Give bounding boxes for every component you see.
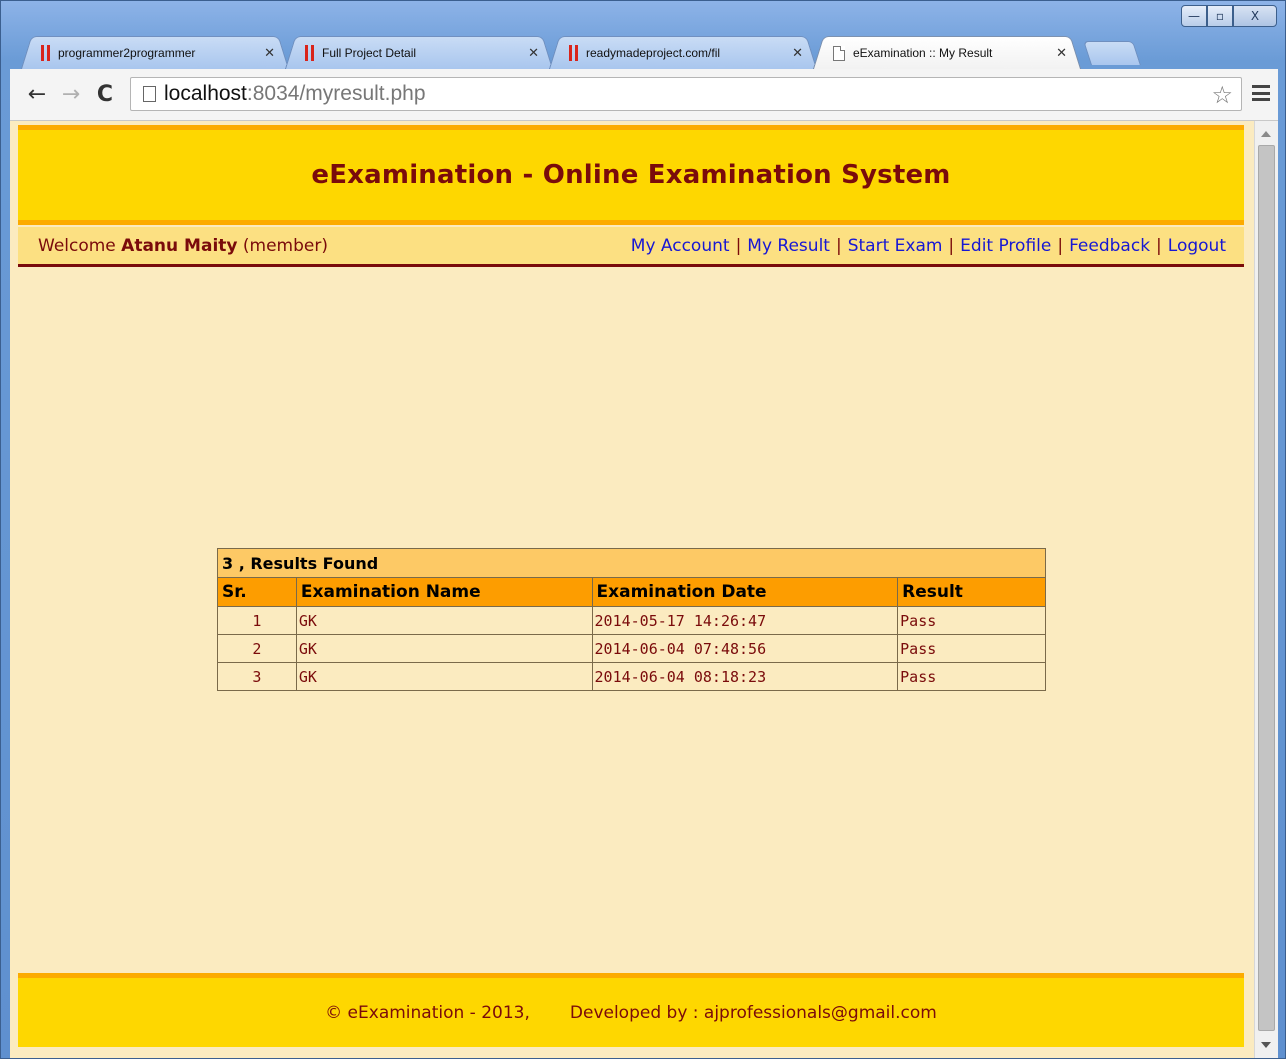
- site-footer: © eExamination - 2013, Developed by : aj…: [18, 973, 1244, 1047]
- user-role: (member): [243, 236, 328, 256]
- results-caption-row: 3 , Results Found: [218, 549, 1046, 578]
- tab-programmer2programmer[interactable]: programmer2programmer ✕: [21, 33, 289, 69]
- tab-title: Full Project Detail: [322, 46, 522, 60]
- address-bar[interactable]: localhost:8034/myresult.php ☆: [130, 77, 1242, 111]
- red-bars-icon: [569, 45, 578, 61]
- close-icon: X: [1251, 9, 1259, 23]
- nav-edit-profile[interactable]: Edit Profile: [960, 236, 1051, 256]
- tab-title: readymadeproject.com/fil: [586, 46, 786, 60]
- cell-exam-date: 2014-06-04 07:48:56: [592, 635, 898, 663]
- cell-exam-name: GK: [296, 607, 592, 635]
- table-row: 3 GK 2014-06-04 08:18:23 Pass: [218, 663, 1046, 691]
- cell-result: Pass: [898, 663, 1046, 691]
- url-text[interactable]: localhost:8034/myresult.php: [164, 82, 426, 106]
- close-window-button[interactable]: X: [1233, 5, 1277, 27]
- back-arrow-icon: ←: [28, 82, 46, 107]
- browser-toolbar: ← → C localhost:8034/myresult.php ☆: [10, 69, 1278, 121]
- minimize-button[interactable]: —: [1181, 5, 1207, 27]
- cell-sr: 2: [218, 635, 297, 663]
- reload-button[interactable]: C: [90, 79, 120, 109]
- page-viewport: eExamination - Online Examination System…: [10, 121, 1278, 1058]
- minimize-icon: —: [1188, 9, 1200, 23]
- page-icon: [143, 86, 156, 102]
- cell-exam-name: GK: [296, 663, 592, 691]
- nav-separator: |: [948, 236, 954, 256]
- window-controls: — ▫ X: [1181, 5, 1277, 27]
- welcome-prefix: Welcome: [38, 236, 116, 256]
- scroll-up-icon[interactable]: [1261, 131, 1271, 137]
- table-row: 1 GK 2014-05-17 14:26:47 Pass: [218, 607, 1046, 635]
- cell-result: Pass: [898, 635, 1046, 663]
- new-tab-button[interactable]: [1083, 41, 1141, 65]
- tab-title: eExamination :: My Result: [853, 46, 1050, 60]
- page-icon: [833, 46, 845, 61]
- column-header-result: Result: [898, 578, 1046, 607]
- url-host: localhost: [164, 82, 247, 105]
- column-header-sr: Sr.: [218, 578, 297, 607]
- nav-separator: |: [1156, 236, 1162, 256]
- bookmark-star-icon[interactable]: ☆: [1211, 81, 1233, 109]
- vertical-scrollbar[interactable]: [1254, 121, 1278, 1058]
- menu-icon[interactable]: [1250, 81, 1272, 105]
- welcome-bar: Welcome Atanu Maity (member) My Account |…: [18, 227, 1244, 267]
- main-nav: My Account | My Result | Start Exam | Edit Pro…: [631, 236, 1226, 256]
- close-icon[interactable]: ✕: [528, 45, 539, 61]
- url-path: :8034/myresult.php: [247, 82, 426, 105]
- cell-sr: 1: [218, 607, 297, 635]
- table-header-row: Sr. Examination Name Examination Date Re…: [218, 578, 1046, 607]
- column-header-exam-date: Examination Date: [592, 578, 898, 607]
- cell-sr: 3: [218, 663, 297, 691]
- site-header: eExamination - Online Examination System: [18, 125, 1244, 225]
- footer-developer: Developed by : ajprofessionals@gmail.com: [570, 1003, 937, 1023]
- red-bars-icon: [41, 45, 50, 61]
- tab-readymadeproject[interactable]: readymadeproject.com/fil ✕: [549, 33, 817, 69]
- footer-copyright: © eExamination - 2013,: [325, 1003, 530, 1023]
- cell-result: Pass: [898, 607, 1046, 635]
- user-name: Atanu Maity: [121, 236, 237, 256]
- red-bars-icon: [305, 45, 314, 61]
- cell-exam-date: 2014-06-04 08:18:23: [592, 663, 898, 691]
- browser-window: — ▫ X programmer2programmer ✕ Full Proje…: [0, 0, 1286, 1059]
- tab-full-project-detail[interactable]: Full Project Detail ✕: [285, 33, 553, 69]
- reload-icon: C: [97, 82, 113, 107]
- cell-exam-name: GK: [296, 635, 592, 663]
- column-header-exam-name: Examination Name: [296, 578, 592, 607]
- nav-my-result[interactable]: My Result: [747, 236, 830, 256]
- close-icon[interactable]: ✕: [264, 45, 275, 61]
- forward-arrow-icon: →: [62, 82, 80, 107]
- tab-title: programmer2programmer: [58, 46, 258, 60]
- nav-logout[interactable]: Logout: [1168, 236, 1226, 256]
- close-icon[interactable]: ✕: [1056, 45, 1067, 61]
- nav-separator: |: [1057, 236, 1063, 256]
- maximize-button[interactable]: ▫: [1207, 5, 1233, 27]
- nav-separator: |: [836, 236, 842, 256]
- cell-exam-date: 2014-05-17 14:26:47: [592, 607, 898, 635]
- nav-start-exam[interactable]: Start Exam: [848, 236, 943, 256]
- nav-separator: |: [736, 236, 742, 256]
- close-icon[interactable]: ✕: [792, 45, 803, 61]
- forward-button[interactable]: →: [56, 79, 86, 109]
- tab-my-result[interactable]: eExamination :: My Result ✕: [813, 33, 1081, 69]
- results-table: 3 , Results Found Sr. Examination Name E…: [217, 548, 1046, 691]
- page-title: eExamination - Online Examination System: [311, 160, 950, 190]
- welcome-text: Welcome Atanu Maity (member): [38, 236, 328, 256]
- scroll-thumb[interactable]: [1258, 145, 1275, 1031]
- page-content: eExamination - Online Examination System…: [18, 121, 1244, 1058]
- nav-my-account[interactable]: My Account: [631, 236, 730, 256]
- scroll-down-icon[interactable]: [1261, 1042, 1271, 1048]
- nav-feedback[interactable]: Feedback: [1069, 236, 1150, 256]
- maximize-icon: ▫: [1216, 9, 1224, 23]
- tab-strip: programmer2programmer ✕ Full Project Det…: [21, 33, 1261, 69]
- results-count: 3 , Results Found: [218, 549, 1046, 578]
- back-button[interactable]: ←: [22, 79, 52, 109]
- table-row: 2 GK 2014-06-04 07:48:56 Pass: [218, 635, 1046, 663]
